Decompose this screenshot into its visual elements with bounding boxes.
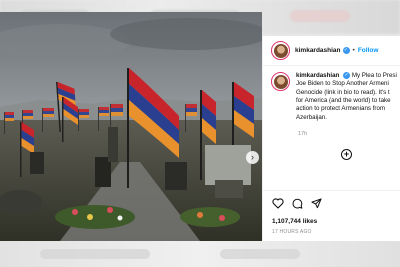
comment-button[interactable] — [292, 198, 303, 209]
blurred-placeholder — [220, 249, 300, 259]
blurred-placeholder — [40, 249, 150, 259]
profile-photo — [273, 74, 288, 89]
caption-line: action to protect Armenians from — [296, 105, 386, 113]
like-button[interactable] — [272, 198, 284, 209]
username-text: kimkardashian — [295, 47, 341, 55]
heart-icon — [272, 198, 284, 209]
verified-badge-icon: ✓ — [342, 46, 350, 54]
load-more-comments-button[interactable]: + — [341, 149, 352, 160]
post-details-panel: kimkardashian ✓ • Follow kimkardashian ✓ … — [262, 36, 400, 241]
caption-username[interactable]: kimkardashian — [296, 72, 339, 79]
background-bottom-band — [0, 241, 400, 267]
post-actions: 1,107,744 likes 17 HOURS AGO — [263, 190, 400, 241]
caption-line: for America (and the world) to take — [296, 97, 391, 105]
chevron-right-icon: › — [251, 152, 254, 162]
username-link[interactable]: kimkardashian ✓ — [295, 46, 350, 55]
avatar[interactable] — [271, 41, 290, 60]
verified-badge-icon: ✓ — [343, 72, 351, 79]
caption-timestamp[interactable]: 17h — [298, 131, 307, 137]
caption-line-text: My Plea to Presi — [351, 72, 397, 80]
follow-button[interactable]: Follow — [358, 47, 379, 54]
comment-icon — [292, 198, 303, 209]
cemetery-flags-image — [0, 12, 262, 241]
share-icon — [311, 198, 322, 209]
caption-line: kimkardashian ✓ My Plea to Presi — [296, 72, 400, 80]
next-photo-button[interactable]: › — [246, 151, 259, 164]
avatar[interactable] — [271, 72, 290, 91]
blurred-placeholder — [290, 10, 350, 22]
post-header: kimkardashian ✓ • Follow — [263, 36, 400, 66]
action-icons — [272, 198, 322, 209]
caption-line: Azerbaijan. — [296, 113, 327, 121]
profile-photo — [273, 43, 288, 58]
caption-text: kimkardashian ✓ My Plea to Presi Joe Bid… — [296, 72, 400, 122]
caption-line: Joe Biden to Stop Another Armeni — [296, 80, 389, 88]
post-time-ago[interactable]: 17 HOURS AGO — [272, 229, 312, 235]
likes-count[interactable]: 1,107,744 likes — [272, 218, 317, 225]
plus-circle-icon: + — [343, 149, 350, 159]
caption-line: Genocide (link in bio to read). It's t — [296, 88, 390, 96]
post-photo[interactable]: › — [0, 12, 262, 241]
caption-block: kimkardashian ✓ My Plea to Presi Joe Bid… — [271, 72, 400, 122]
share-button[interactable] — [311, 198, 322, 209]
header-separator: • — [352, 47, 355, 54]
